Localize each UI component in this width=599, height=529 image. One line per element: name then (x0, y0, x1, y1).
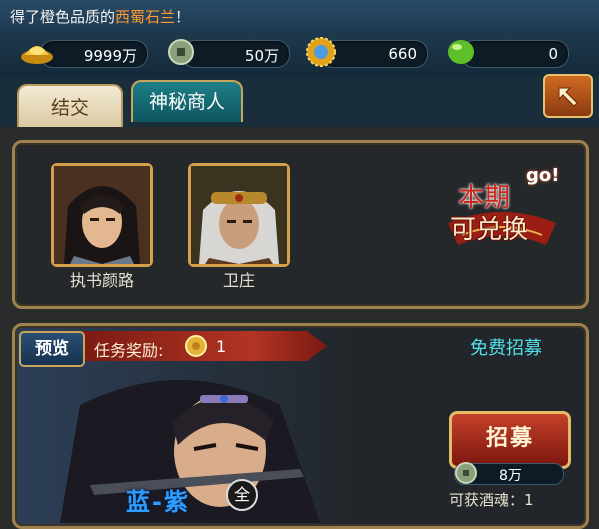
quality-range-text: 蓝-紫 (126, 488, 190, 516)
green-gem-icon (444, 37, 478, 67)
quality-badge: 全 (226, 479, 258, 511)
medal-value: 660 (388, 45, 417, 63)
sun-medal-icon (304, 37, 338, 67)
hero-card-2[interactable] (188, 163, 290, 267)
resource-gold: 9999万 (40, 40, 148, 68)
recruit-cost-value: 8万 (499, 468, 522, 484)
cost-coin-icon (454, 461, 478, 489)
gold-ingot-icon (20, 37, 54, 67)
coin-value: 50万 (244, 47, 279, 65)
notice-text: 得了橙色品质的西蜀石兰！ (10, 8, 191, 26)
promo-go-badge: go! (526, 165, 560, 186)
soul-reward-text: 可获酒魂：1 (449, 491, 534, 509)
preview-label: 预览 (35, 339, 69, 359)
hero-name-1: 执书颜路 (69, 271, 134, 290)
promo-line-2: 可兑换 (450, 215, 529, 245)
reward-coin-icon (184, 334, 208, 362)
tab-jiejiao-label: 结交 (50, 97, 89, 119)
back-button[interactable] (543, 74, 593, 118)
notice-item-name: 西蜀石兰 (115, 8, 176, 26)
reward-value: 1 (216, 337, 227, 356)
hero-portrait-2 (191, 166, 287, 264)
tab-mysterious-merchant[interactable]: 神秘商人 (131, 80, 243, 122)
resource-coin: 50万 (182, 40, 290, 68)
hero-portrait-1 (54, 166, 150, 264)
tab-merchant-label: 神秘商人 (148, 91, 225, 113)
preview-button[interactable]: 预览 (19, 331, 85, 367)
back-arrow-icon (558, 87, 578, 107)
hero-card-1[interactable] (51, 163, 153, 267)
gold-value: 9999万 (83, 47, 137, 65)
free-recruit-text: 免费招募 (470, 338, 542, 359)
notification-bar: 得了橙色品质的西蜀石兰！ (0, 0, 599, 32)
reward-label: 任务奖励: (94, 341, 164, 360)
recruit-label: 招募 (485, 426, 534, 451)
coin-icon (164, 37, 198, 67)
hero-name-2: 卫庄 (222, 271, 255, 290)
gem-value: 0 (548, 45, 558, 63)
tab-jiejiao[interactable]: 结交 (17, 84, 123, 130)
recruit-character-art (60, 365, 360, 523)
exchange-promo[interactable]: 本期 go! 可兑换 (442, 161, 562, 261)
